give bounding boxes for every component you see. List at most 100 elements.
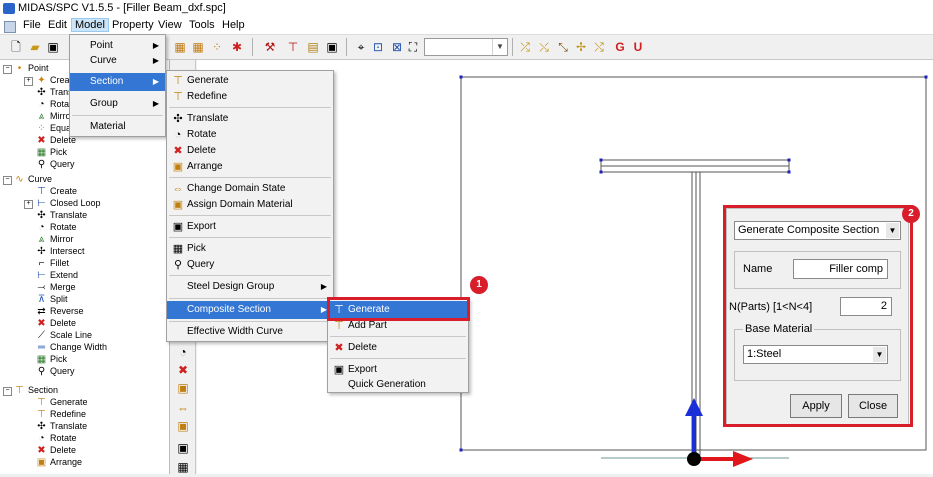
zoom-window-icon[interactable]: ⊡: [370, 39, 386, 55]
save-icon[interactable]: ▣: [45, 39, 61, 55]
snap-grid-icon[interactable]: ▦: [190, 39, 206, 55]
tree-item[interactable]: ⁘ Equa: [36, 122, 71, 134]
tree-item[interactable]: ✢ Intersect: [36, 245, 84, 257]
menu-item-quick-generation[interactable]: Quick Generation: [328, 376, 468, 394]
tree-item[interactable]: ⊤ Generate: [36, 396, 87, 408]
tree-item[interactable]: ◔ Rotate: [36, 221, 76, 233]
tree-item[interactable]: ⟋ Scale Line: [36, 329, 92, 341]
tree-item[interactable]: ⌐ Fillet: [36, 257, 69, 269]
domain-icon[interactable]: ⇔: [175, 401, 191, 415]
menu-tools[interactable]: Tools: [186, 19, 218, 31]
tree-item[interactable]: ◔ Rotat: [36, 98, 71, 110]
midpoint-snap-icon[interactable]: ⤡: [555, 39, 571, 55]
menu-separator: [169, 321, 331, 322]
menu-view[interactable]: View: [155, 19, 185, 31]
menu-property[interactable]: Property: [109, 19, 157, 31]
material-icon[interactable]: ▣: [175, 419, 191, 433]
zoom-previous-icon[interactable]: ⊠: [389, 39, 405, 55]
menu-item-curve[interactable]: Curve ▶: [70, 52, 165, 70]
redefine-icon: ⊤: [173, 91, 183, 103]
section-icon[interactable]: ⊤: [285, 39, 301, 55]
tree-node-curve[interactable]: ∿ Curve: [14, 173, 52, 185]
title-bar: MIDAS/SPC V1.5.5 - [Filler Beam_dxf.spc]: [0, 0, 933, 18]
menu-item-composite-delete[interactable]: ✖ Delete: [328, 339, 468, 357]
open-folder-icon[interactable]: ▰: [27, 39, 43, 55]
point-grid-icon[interactable]: ⁘: [209, 39, 225, 55]
menu-separator: [169, 237, 331, 238]
tree-item[interactable]: ⊤ Create: [36, 185, 77, 197]
tree-item[interactable]: ◔ Rotate: [36, 432, 76, 444]
menu-item-export[interactable]: ▣ Export: [167, 218, 333, 236]
tree-item[interactable]: ⊢ Extend: [36, 269, 78, 281]
calc-icon[interactable]: ▤: [305, 39, 321, 55]
expand-toggle[interactable]: +: [24, 200, 33, 209]
tree-item[interactable]: ✣ Translate: [36, 209, 87, 221]
intersect-snap-icon[interactable]: ✢: [573, 39, 589, 55]
perpendicular-snap-icon[interactable]: ⤭: [591, 39, 607, 55]
user-axis-icon[interactable]: U: [630, 39, 646, 55]
tree-item[interactable]: ▦ Pick: [36, 353, 67, 365]
snap-off-icon[interactable]: ✱: [229, 39, 245, 55]
grid-icon[interactable]: ▦: [172, 39, 188, 55]
tree-item[interactable]: ✖ Delete: [36, 444, 76, 456]
hammer-icon[interactable]: ⚒: [262, 39, 278, 55]
menu-item-effective-width-curve[interactable]: Effective Width Curve: [167, 323, 333, 341]
menu-item-query[interactable]: ⚲ Query: [167, 256, 333, 274]
tree-item[interactable]: ▦ Pick: [36, 146, 67, 158]
pick-icon[interactable]: ▦: [175, 460, 191, 474]
menu-item-material[interactable]: Material: [70, 118, 165, 136]
menu-file[interactable]: File: [20, 19, 44, 31]
toolbar-separator: [346, 38, 347, 56]
tree-item[interactable]: ═ Change Width: [36, 341, 107, 353]
report-icon[interactable]: ▣: [324, 39, 340, 55]
submenu-arrow-icon: ▶: [152, 77, 159, 86]
tree-item[interactable]: ⊤ Redefine: [36, 408, 86, 420]
collapse-toggle[interactable]: −: [3, 65, 12, 74]
endpoint-snap-icon[interactable]: ⤯: [536, 39, 552, 55]
menu-model[interactable]: Model: [71, 18, 109, 32]
section-icon: ⊤: [15, 385, 24, 396]
menu-item-assign-domain-material[interactable]: ▣ Assign Domain Material: [167, 196, 333, 214]
delete-icon[interactable]: ✖: [175, 363, 191, 377]
tree-item[interactable]: ⊢ Closed Loop: [36, 197, 100, 209]
origin-marker: [687, 452, 701, 466]
submenu-arrow-icon: ▶: [152, 99, 159, 108]
menu-separator: [169, 107, 331, 108]
zoom-fit-icon[interactable]: ⌖: [353, 39, 369, 55]
tree-item[interactable]: ⤙ Merge: [36, 281, 76, 293]
tree-item[interactable]: ⩓ Mirro: [36, 110, 71, 122]
tree-item[interactable]: ✣ Translate: [36, 420, 87, 432]
tree-item[interactable]: ▣ Arrange: [36, 456, 82, 468]
menu-item-composite-section[interactable]: Composite Section ▶: [167, 301, 333, 319]
expand-toggle[interactable]: +: [24, 77, 33, 86]
view-combo[interactable]: ▼: [424, 38, 508, 56]
arrange-icon[interactable]: ▣: [175, 381, 191, 395]
export-icon[interactable]: ▣: [175, 441, 191, 455]
tree-item[interactable]: ⚲ Query: [36, 158, 75, 170]
rotate-icon[interactable]: ◔: [175, 345, 191, 359]
menu-item-section[interactable]: Section ▶: [70, 73, 165, 91]
collapse-toggle[interactable]: −: [3, 176, 12, 185]
collapse-toggle[interactable]: −: [3, 387, 12, 396]
menu-item-redefine[interactable]: ⊤ Redefine: [167, 88, 333, 106]
menu-edit[interactable]: Edit: [45, 19, 70, 31]
menu-help[interactable]: Help: [219, 19, 248, 31]
material-icon: ▣: [172, 199, 184, 211]
menu-separator: [169, 177, 331, 178]
tree-item[interactable]: ✖ Delete: [36, 317, 76, 329]
new-file-icon[interactable]: 🗋: [8, 39, 24, 55]
menu-item-arrange[interactable]: ▣ Arrange: [167, 158, 333, 176]
node-snap-icon[interactable]: ⤮: [517, 39, 533, 55]
tree-item[interactable]: ⊼ Split: [36, 293, 68, 305]
tree-item[interactable]: ⚲ Query: [36, 365, 75, 377]
zoom-extents-icon[interactable]: ⛶: [405, 39, 421, 55]
tree-node-section[interactable]: ⊤ Section: [14, 384, 58, 396]
export-icon: ▣: [172, 221, 184, 233]
menu-item-group[interactable]: Group ▶: [70, 95, 165, 113]
tree-item[interactable]: ✣ Trans: [36, 86, 72, 98]
tree-item[interactable]: ⩓ Mirror: [36, 233, 74, 245]
menu-item-steel-design-group[interactable]: Steel Design Group ▶: [167, 278, 333, 296]
tree-item[interactable]: ⇄ Reverse: [36, 305, 83, 317]
global-axis-icon[interactable]: G: [612, 39, 628, 55]
tree-node-point[interactable]: • Point: [14, 62, 49, 74]
